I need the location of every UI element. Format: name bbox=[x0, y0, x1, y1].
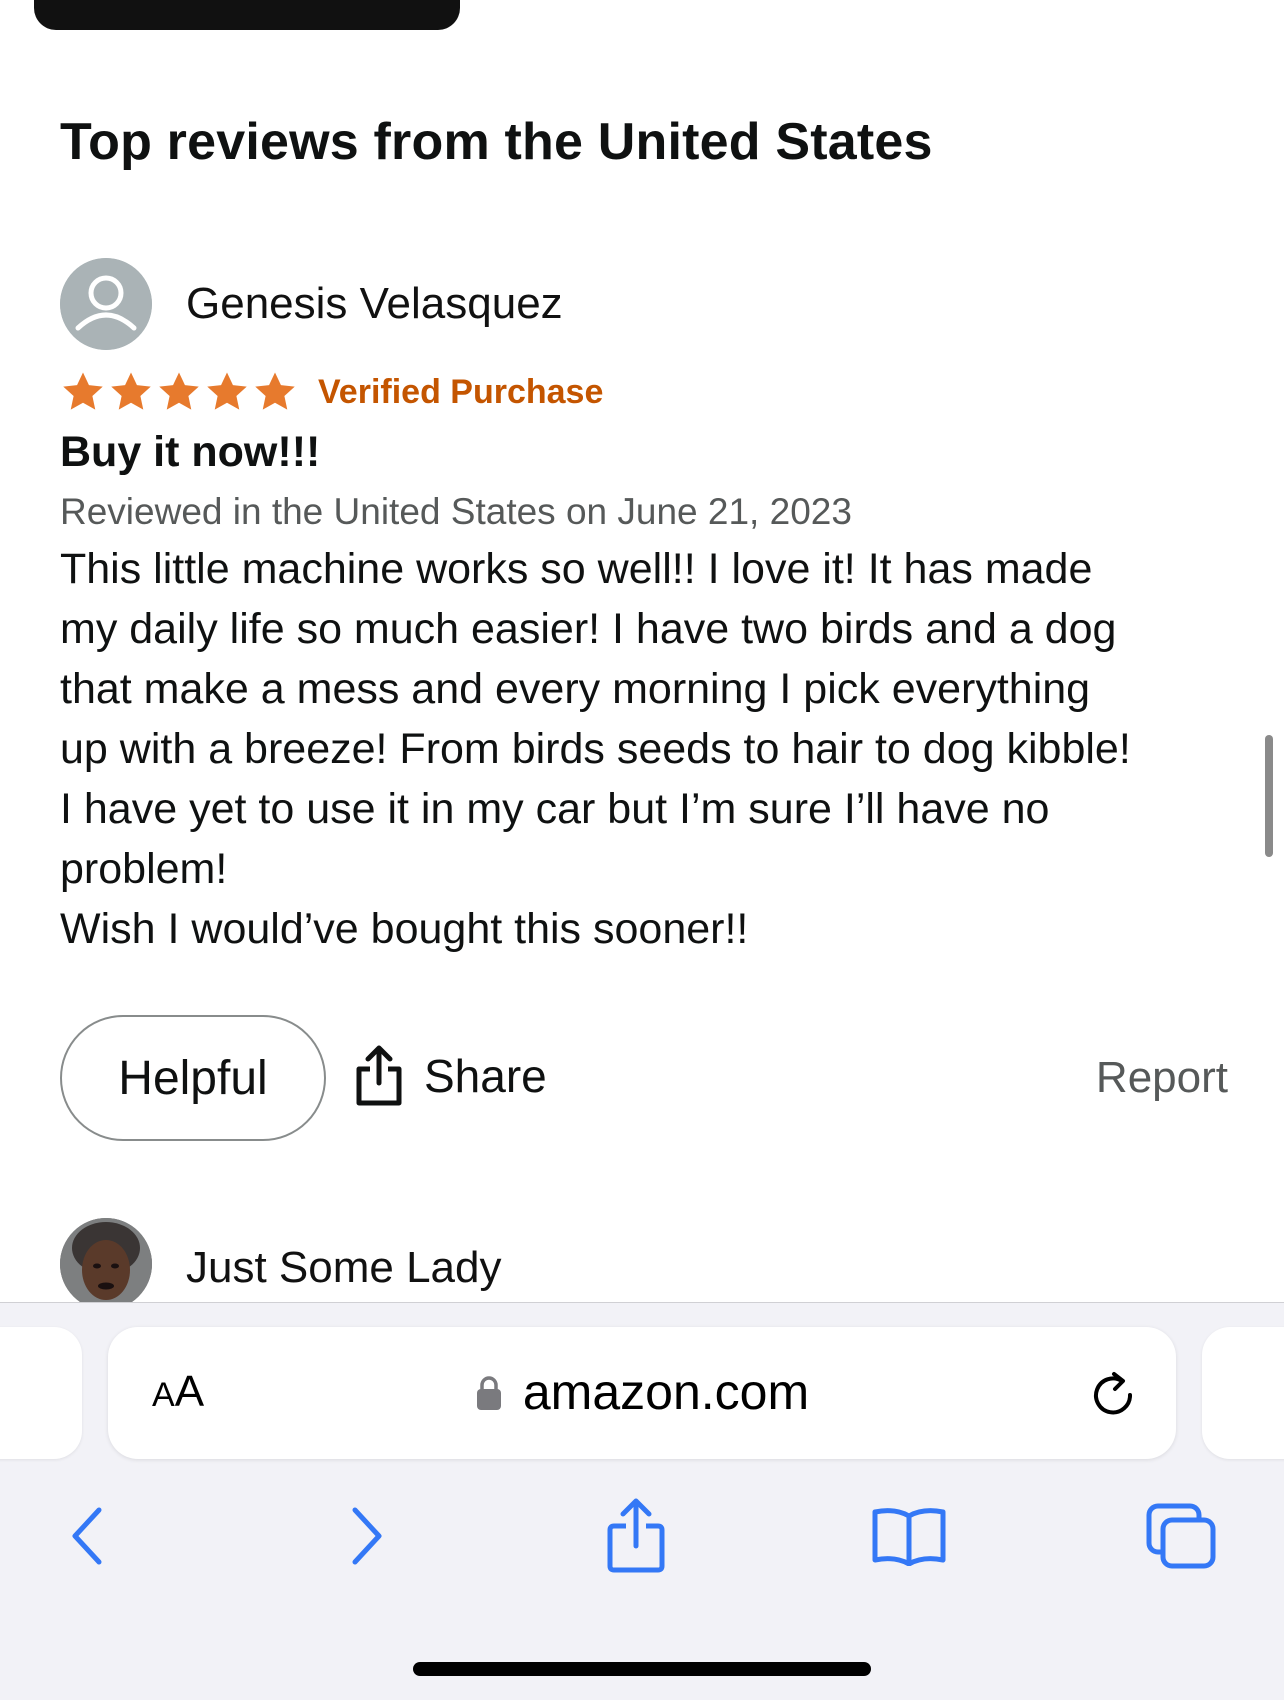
review-body-line: up with a breeze! From birds seeds to ha… bbox=[60, 725, 1131, 773]
review-body-line: that make a mess and every morning I pic… bbox=[60, 665, 1091, 713]
default-user-icon bbox=[60, 258, 152, 350]
share-button[interactable]: Share bbox=[354, 1045, 547, 1107]
review-card: Just Some Lady bbox=[60, 1218, 1230, 1302]
home-indicator[interactable] bbox=[413, 1662, 871, 1676]
reviewer-name[interactable]: Genesis Velasquez bbox=[186, 279, 563, 329]
star-icon bbox=[255, 372, 295, 410]
chevron-right-icon bbox=[352, 1507, 382, 1565]
address-bar[interactable]: AA amazon.com bbox=[108, 1327, 1176, 1459]
lock-icon bbox=[476, 1376, 501, 1410]
reviewer-row: Just Some Lady bbox=[60, 1218, 1230, 1302]
review-body-line: I have yet to use it in my car but I’m s… bbox=[60, 785, 1050, 833]
review-body-line: This little machine works so well!! I lo… bbox=[60, 545, 1093, 593]
book-icon bbox=[872, 1508, 946, 1566]
share-icon bbox=[607, 1498, 665, 1573]
forward-button[interactable] bbox=[322, 1491, 412, 1581]
bookmarks-button[interactable] bbox=[864, 1491, 954, 1581]
url-display[interactable]: amazon.com bbox=[108, 1363, 1176, 1421]
review-date: Reviewed in the United States on June 21… bbox=[60, 491, 852, 532]
star-icon bbox=[63, 372, 103, 410]
section-title: Top reviews from the United States bbox=[60, 113, 933, 171]
star-icon bbox=[159, 372, 199, 410]
share-label: Share bbox=[424, 1050, 547, 1102]
helpful-button[interactable]: Helpful bbox=[60, 1015, 326, 1141]
previous-tab-preview[interactable] bbox=[0, 1327, 82, 1459]
tabs-button[interactable] bbox=[1136, 1491, 1226, 1581]
next-tab-preview[interactable] bbox=[1202, 1327, 1284, 1459]
chevron-left-icon bbox=[72, 1507, 102, 1565]
browser-chrome: AA amazon.com bbox=[0, 1302, 1284, 1700]
review-card: Genesis Velasquez Verified Purchase Buy … bbox=[60, 258, 1230, 959]
review-title: Buy it now!!! bbox=[60, 428, 321, 476]
star-icon bbox=[111, 372, 151, 410]
review-body-line: Wish I would’ve bought this sooner!! bbox=[60, 905, 749, 953]
avatar bbox=[60, 1218, 152, 1302]
share-page-button[interactable] bbox=[591, 1491, 681, 1581]
reviewer-name[interactable]: Just Some Lady bbox=[186, 1243, 502, 1293]
product-image-bottom-edge bbox=[34, 0, 460, 30]
url-text: amazon.com bbox=[522, 1364, 810, 1420]
reviewer-row: Genesis Velasquez bbox=[60, 258, 1230, 350]
verified-purchase-badge[interactable]: Verified Purchase bbox=[318, 373, 603, 412]
review-actions: Helpful Share Report bbox=[60, 1015, 1228, 1141]
tabs-icon bbox=[1146, 1503, 1216, 1569]
star-rating[interactable] bbox=[60, 369, 298, 415]
share-icon bbox=[356, 1045, 402, 1106]
review-body: This little machine works so well!! I lo… bbox=[60, 539, 1220, 959]
scroll-indicator[interactable] bbox=[1265, 735, 1273, 857]
review-body-line: my daily life so much easier! I have two… bbox=[60, 605, 1117, 653]
star-icon bbox=[207, 372, 247, 410]
review-body-line: problem! bbox=[60, 845, 228, 893]
browser-toolbar bbox=[0, 1491, 1284, 1581]
back-button[interactable] bbox=[42, 1491, 132, 1581]
rating-row: Verified Purchase bbox=[60, 368, 1230, 416]
report-link[interactable]: Report bbox=[1096, 1053, 1228, 1103]
reload-icon[interactable] bbox=[1088, 1369, 1138, 1419]
